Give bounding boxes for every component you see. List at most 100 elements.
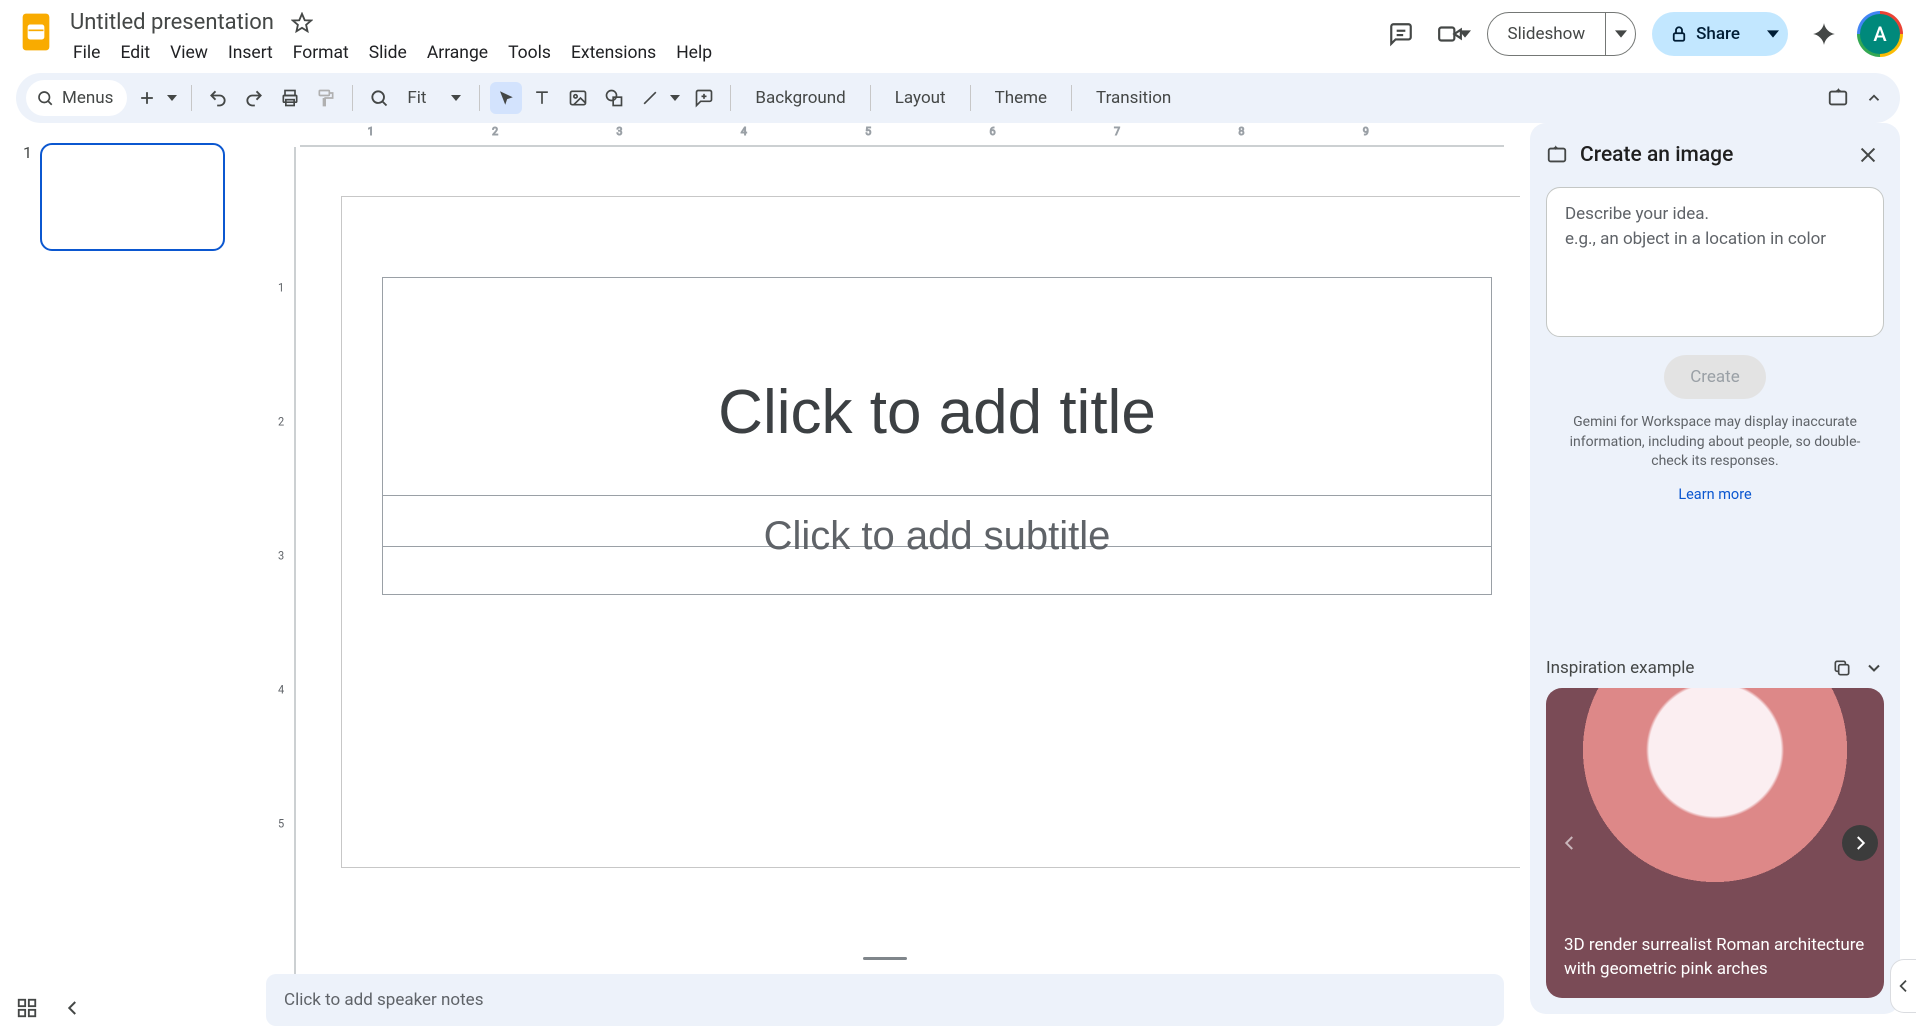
menus-label: Menus [62,88,113,108]
create-image-panel-icon [1546,144,1568,166]
zoom-icon[interactable] [363,82,395,114]
slide-number: 1 [16,143,32,251]
comment-tool-icon[interactable] [688,82,720,114]
image-tool-icon[interactable] [562,82,594,114]
slideshow-button[interactable]: Slideshow [1487,12,1637,56]
subtitle-placeholder[interactable]: Click to add subtitle [382,495,1492,595]
slide-canvas[interactable]: Click to add title Click to add subtitle [342,197,1520,867]
inspiration-caption: 3D render surrealist Roman architecture … [1564,934,1866,982]
collapse-toolbar-icon[interactable] [1858,82,1890,114]
canvas-area[interactable]: Click to add title Click to add subtitle [306,153,1504,1026]
star-icon[interactable] [290,11,314,35]
menu-file[interactable]: File [64,39,109,67]
shape-tool-icon[interactable] [598,82,630,114]
gemini-disclaimer: Gemini for Workspace may display inaccur… [1546,413,1884,472]
grid-view-icon[interactable] [16,997,38,1019]
new-slide-button[interactable] [131,82,181,114]
svg-text:5: 5 [865,125,871,138]
inspiration-card[interactable]: 3D render surrealist Roman architecture … [1546,688,1884,998]
menu-arrange[interactable]: Arrange [418,39,497,67]
inspiration-prev-icon[interactable] [1552,825,1588,861]
menu-bar: File Edit View Insert Format Slide Arran… [64,39,721,67]
svg-text:7: 7 [1114,125,1120,138]
layout-button[interactable]: Layout [881,82,960,114]
svg-text:8: 8 [1238,125,1244,138]
meet-button[interactable] [1437,14,1471,54]
side-panel-toggle-icon[interactable] [1890,959,1916,1013]
print-icon[interactable] [274,82,306,114]
filmstrip: 1 [16,123,266,1026]
notes-splitter[interactable] [266,952,1504,964]
svg-text:1: 1 [278,280,284,294]
select-tool-icon[interactable] [490,82,522,114]
new-slide-dropdown-icon[interactable] [163,93,181,103]
slides-logo[interactable] [16,12,56,52]
svg-text:2: 2 [492,125,498,138]
svg-text:3: 3 [278,548,284,562]
slide-thumbnail-row: 1 [16,143,266,251]
share-label: Share [1696,24,1740,44]
panel-title: Create an image [1580,143,1840,167]
menu-slide[interactable]: Slide [360,39,416,67]
inspiration-next-icon[interactable] [1842,825,1878,861]
menu-insert[interactable]: Insert [219,39,282,67]
transition-button[interactable]: Transition [1082,82,1185,114]
menu-view[interactable]: View [161,39,217,67]
share-button[interactable]: Share [1652,12,1788,56]
line-tool-button[interactable] [634,82,684,114]
expand-icon[interactable] [1864,658,1884,678]
copy-icon[interactable] [1832,658,1852,678]
zoom-select[interactable]: Fit [399,82,469,114]
paint-format-icon [310,82,342,114]
gemini-icon[interactable] [1804,14,1844,54]
share-dropdown-icon[interactable] [1758,12,1788,56]
line-tool-icon[interactable] [634,82,666,114]
inspiration-title: Inspiration example [1546,658,1820,678]
learn-more-link[interactable]: Learn more [1546,486,1884,503]
prompt-placeholder-line1: Describe your idea. [1565,202,1865,227]
theme-button[interactable]: Theme [981,82,1061,114]
zoom-dropdown-icon [451,93,461,103]
svg-text:3: 3 [616,125,622,138]
svg-text:1: 1 [368,125,374,138]
search-menus-button[interactable]: Menus [26,80,127,116]
editor-area: 1 2 3 4 5 6 7 8 9 1 2 [266,123,1520,1026]
close-icon[interactable] [1852,139,1884,171]
prompt-input[interactable]: Describe your idea. e.g., an object in a… [1546,187,1884,337]
toolbar: Menus Fit Background Layout [16,73,1900,123]
comments-icon[interactable] [1381,14,1421,54]
collapse-filmstrip-icon[interactable] [64,999,82,1017]
menu-format[interactable]: Format [284,39,358,67]
account-avatar[interactable]: A [1860,14,1900,54]
create-button: Create [1664,355,1766,399]
line-dropdown-icon[interactable] [666,93,684,103]
svg-text:4: 4 [278,682,285,696]
slideshow-label[interactable]: Slideshow [1488,13,1606,55]
slide-thumbnail[interactable] [40,143,225,251]
speaker-notes[interactable]: Click to add speaker notes [266,974,1504,1026]
menu-help[interactable]: Help [667,39,721,67]
redo-icon[interactable] [238,82,270,114]
svg-text:5: 5 [278,816,284,830]
textbox-tool-icon[interactable] [526,82,558,114]
menu-tools[interactable]: Tools [499,39,560,67]
horizontal-ruler[interactable]: 1 2 3 4 5 6 7 8 9 [300,123,1504,147]
vertical-ruler[interactable]: 1 2 3 4 5 [272,147,296,1026]
prompt-placeholder-line2: e.g., an object in a location in color [1565,227,1865,252]
background-button[interactable]: Background [741,82,859,114]
header-actions: Slideshow Share A [1381,12,1900,56]
gemini-image-icon[interactable] [1822,82,1854,114]
app-header: Untitled presentation File Edit View Ins… [0,0,1916,67]
svg-text:4: 4 [741,125,747,138]
title-block: Untitled presentation File Edit View Ins… [64,8,721,67]
document-title[interactable]: Untitled presentation [64,8,280,37]
meet-dropdown-icon[interactable] [1459,28,1471,40]
undo-icon[interactable] [202,82,234,114]
zoom-label: Fit [407,88,426,108]
svg-text:9: 9 [1363,125,1369,138]
bottom-left-controls [16,997,82,1019]
svg-text:2: 2 [278,414,284,428]
slideshow-dropdown-icon[interactable] [1605,13,1635,55]
menu-edit[interactable]: Edit [111,39,159,67]
menu-extensions[interactable]: Extensions [562,39,665,67]
